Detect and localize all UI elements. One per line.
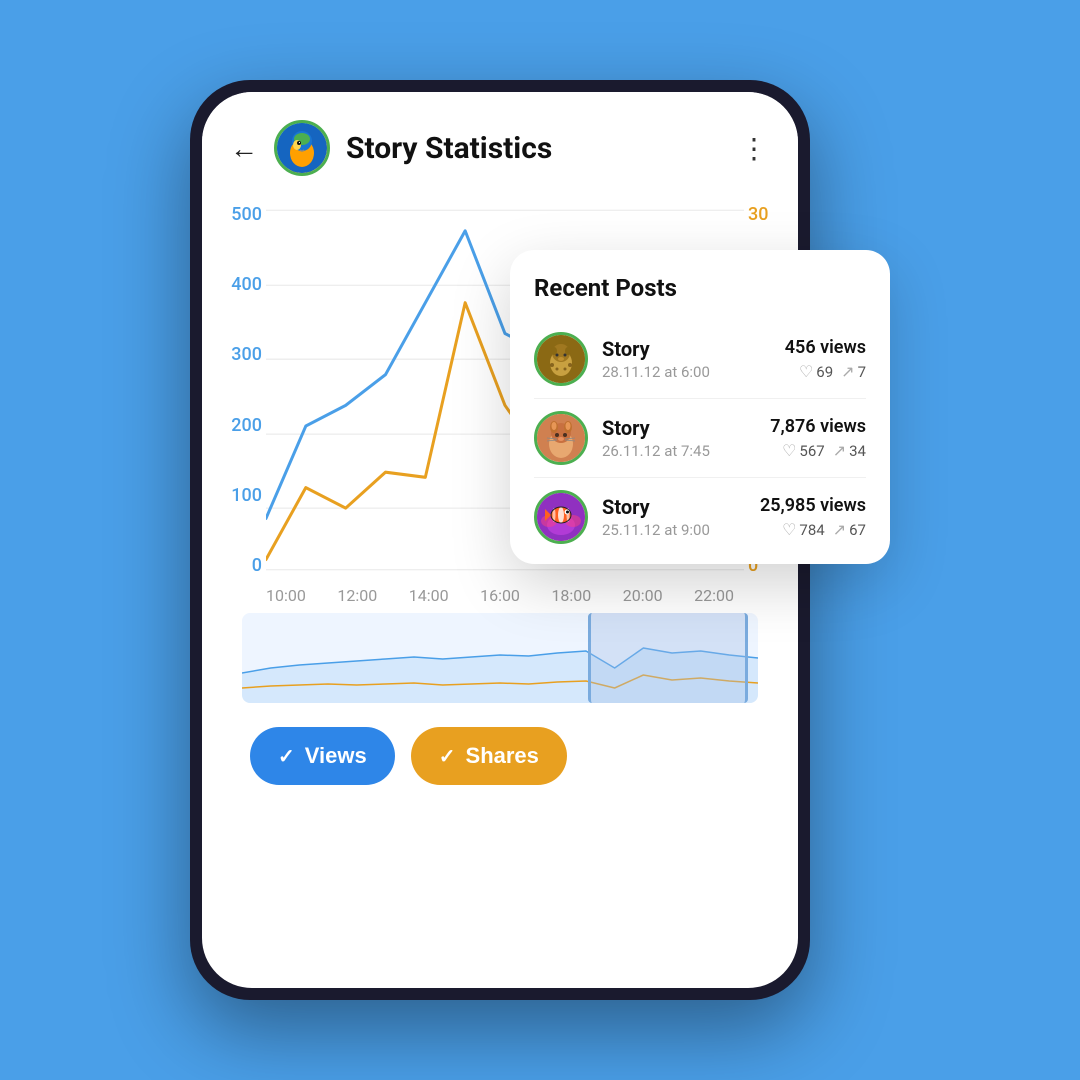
post-share-count-2: 34 (849, 442, 866, 460)
post-date-1: 28.11.12 at 6:00 (602, 363, 771, 381)
menu-button[interactable]: ⋮ (740, 132, 770, 165)
post-avatar-3 (534, 490, 588, 544)
post-name-1: Story (602, 337, 771, 361)
post-like-count-1: 69 (816, 363, 833, 381)
post-like-count-3: 784 (799, 521, 824, 539)
post-interactions-1: ♡ 69 ↗ 7 (785, 362, 866, 381)
shares-check-icon: ✓ (439, 744, 456, 769)
post-share-3: ↗ 67 (833, 520, 866, 539)
x-label-1800: 18:00 (551, 586, 591, 605)
y-label-200: 200 (222, 415, 262, 436)
x-label-2000: 20:00 (623, 586, 663, 605)
x-label-1600: 16:00 (480, 586, 520, 605)
share-icon-2: ↗ (833, 441, 846, 460)
y-label-500: 500 (222, 204, 262, 225)
shares-button[interactable]: ✓ Shares (411, 727, 567, 785)
y-label-0: 0 (222, 555, 262, 576)
y-axis-left: 500 400 300 200 100 0 (222, 200, 262, 580)
post-interactions-3: ♡ 784 ↗ 67 (760, 520, 866, 539)
x-label-1200: 12:00 (337, 586, 377, 605)
post-like-count-2: 567 (799, 442, 824, 460)
post-stats-1: 456 views ♡ 69 ↗ 7 (785, 337, 866, 381)
post-date-2: 26.11.12 at 7:45 (602, 442, 756, 460)
recent-posts-card: Recent Posts (510, 250, 890, 564)
post-views-3: 25,985 views (760, 495, 866, 516)
mini-chart-selection[interactable] (588, 613, 748, 703)
list-item: Story 28.11.12 at 6:00 456 views ♡ 69 ↗ … (534, 320, 866, 399)
post-like-2: ♡ 567 (782, 441, 825, 460)
x-label-1400: 14:00 (409, 586, 449, 605)
post-info-1: Story 28.11.12 at 6:00 (602, 337, 771, 381)
post-avatar-2 (534, 411, 588, 465)
views-label: Views (305, 743, 367, 769)
x-axis: 10:00 12:00 14:00 16:00 18:00 20:00 22:0… (222, 580, 778, 605)
bottom-buttons: ✓ Views ✓ Shares (222, 711, 778, 815)
post-name-2: Story (602, 416, 756, 440)
post-views-1: 456 views (785, 337, 866, 358)
views-button[interactable]: ✓ Views (250, 727, 395, 785)
post-share-1: ↗ 7 (841, 362, 866, 381)
post-share-count-1: 7 (858, 363, 866, 381)
post-info-2: Story 26.11.12 at 7:45 (602, 416, 756, 460)
y-label-100: 100 (222, 485, 262, 506)
x-label-1000: 10:00 (266, 586, 306, 605)
post-share-count-3: 67 (849, 521, 866, 539)
y-label-right-30: 30 (748, 204, 778, 225)
post-like-3: ♡ 784 (782, 520, 825, 539)
post-name-3: Story (602, 495, 746, 519)
page-title: Story Statistics (346, 131, 724, 166)
recent-posts-title: Recent Posts (534, 274, 866, 302)
avatar-image (277, 123, 327, 173)
list-item: Story 26.11.12 at 7:45 7,876 views ♡ 567… (534, 399, 866, 478)
shares-label: Shares (466, 743, 539, 769)
post-views-2: 7,876 views (770, 416, 866, 437)
post-like-1: ♡ 69 (799, 362, 833, 381)
back-button[interactable]: ← (230, 132, 258, 165)
mini-chart[interactable] (242, 613, 758, 703)
cheetah-image (537, 335, 585, 383)
post-interactions-2: ♡ 567 ↗ 34 (770, 441, 866, 460)
y-label-300: 300 (222, 344, 262, 365)
x-label-2200: 22:00 (694, 586, 734, 605)
post-avatar-1 (534, 332, 588, 386)
y-label-400: 400 (222, 274, 262, 295)
post-stats-3: 25,985 views ♡ 784 ↗ 67 (760, 495, 866, 539)
phone-container: ← (190, 80, 890, 1000)
avatar (274, 120, 330, 176)
post-stats-2: 7,876 views ♡ 567 ↗ 34 (770, 416, 866, 460)
post-share-2: ↗ 34 (833, 441, 866, 460)
post-info-3: Story 25.11.12 at 9:00 (602, 495, 746, 539)
post-date-3: 25.11.12 at 9:00 (602, 521, 746, 539)
share-icon-1: ↗ (841, 362, 854, 381)
heart-icon-3: ♡ (782, 520, 796, 539)
share-icon-3: ↗ (833, 520, 846, 539)
heart-icon-1: ♡ (799, 362, 813, 381)
cat-image (537, 414, 585, 462)
heart-icon-2: ♡ (782, 441, 796, 460)
fish-image (537, 493, 585, 541)
views-check-icon: ✓ (278, 744, 295, 769)
header: ← (202, 92, 798, 192)
list-item: Story 25.11.12 at 9:00 25,985 views ♡ 78… (534, 478, 866, 544)
